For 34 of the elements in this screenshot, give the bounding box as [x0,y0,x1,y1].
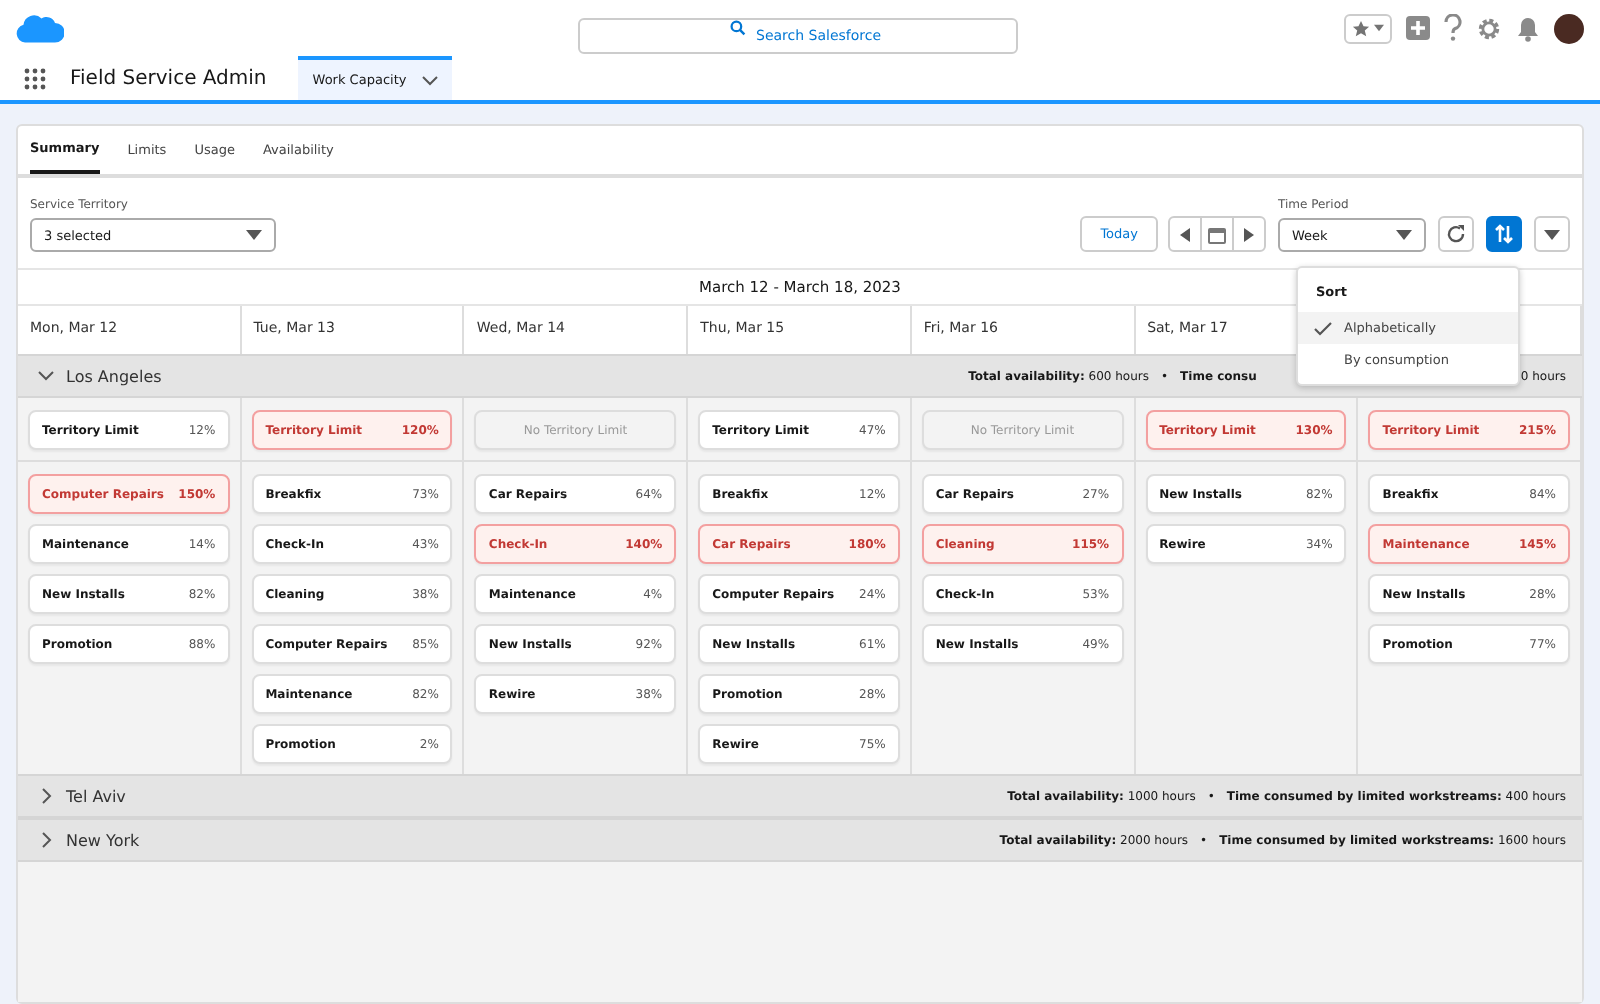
caret-icon [1374,24,1384,32]
app-name: Field Service Admin [70,67,267,89]
search-icon [730,20,746,36]
check-icon [1314,321,1332,335]
settings-icon[interactable] [1476,15,1502,41]
next-button[interactable] [1232,216,1266,252]
calendar-button[interactable] [1200,216,1234,252]
refresh-button[interactable] [1438,216,1474,252]
territory-name: Tel Aviv [66,787,126,805]
territory-name: Los Angeles [66,367,162,385]
app-launcher-icon[interactable] [24,67,46,89]
previous-button[interactable] [1168,216,1202,252]
star-icon [1352,19,1370,37]
sort-icon [1494,224,1514,244]
sort-button[interactable] [1486,216,1522,252]
chevron-icon [38,832,54,848]
favorites-button[interactable] [1344,13,1392,43]
territory-name: New York [66,831,140,849]
help-icon[interactable] [1444,14,1462,42]
refresh-icon [1446,224,1466,244]
chevron-icon [38,788,54,804]
caret-icon [1396,230,1412,240]
caret-left-icon [1180,227,1190,241]
chevron-icon [38,368,54,384]
bell-icon[interactable] [1516,15,1540,41]
cloud-logo-icon[interactable] [16,11,64,45]
caret-icon [1544,229,1560,239]
calendar-icon [1208,225,1226,243]
caret-icon [246,230,262,240]
more-button[interactable] [1534,216,1570,252]
chevron-down-icon[interactable] [422,75,439,85]
plus-icon[interactable] [1406,16,1430,40]
avatar-icon[interactable] [1554,13,1584,43]
caret-right-icon [1244,227,1254,241]
